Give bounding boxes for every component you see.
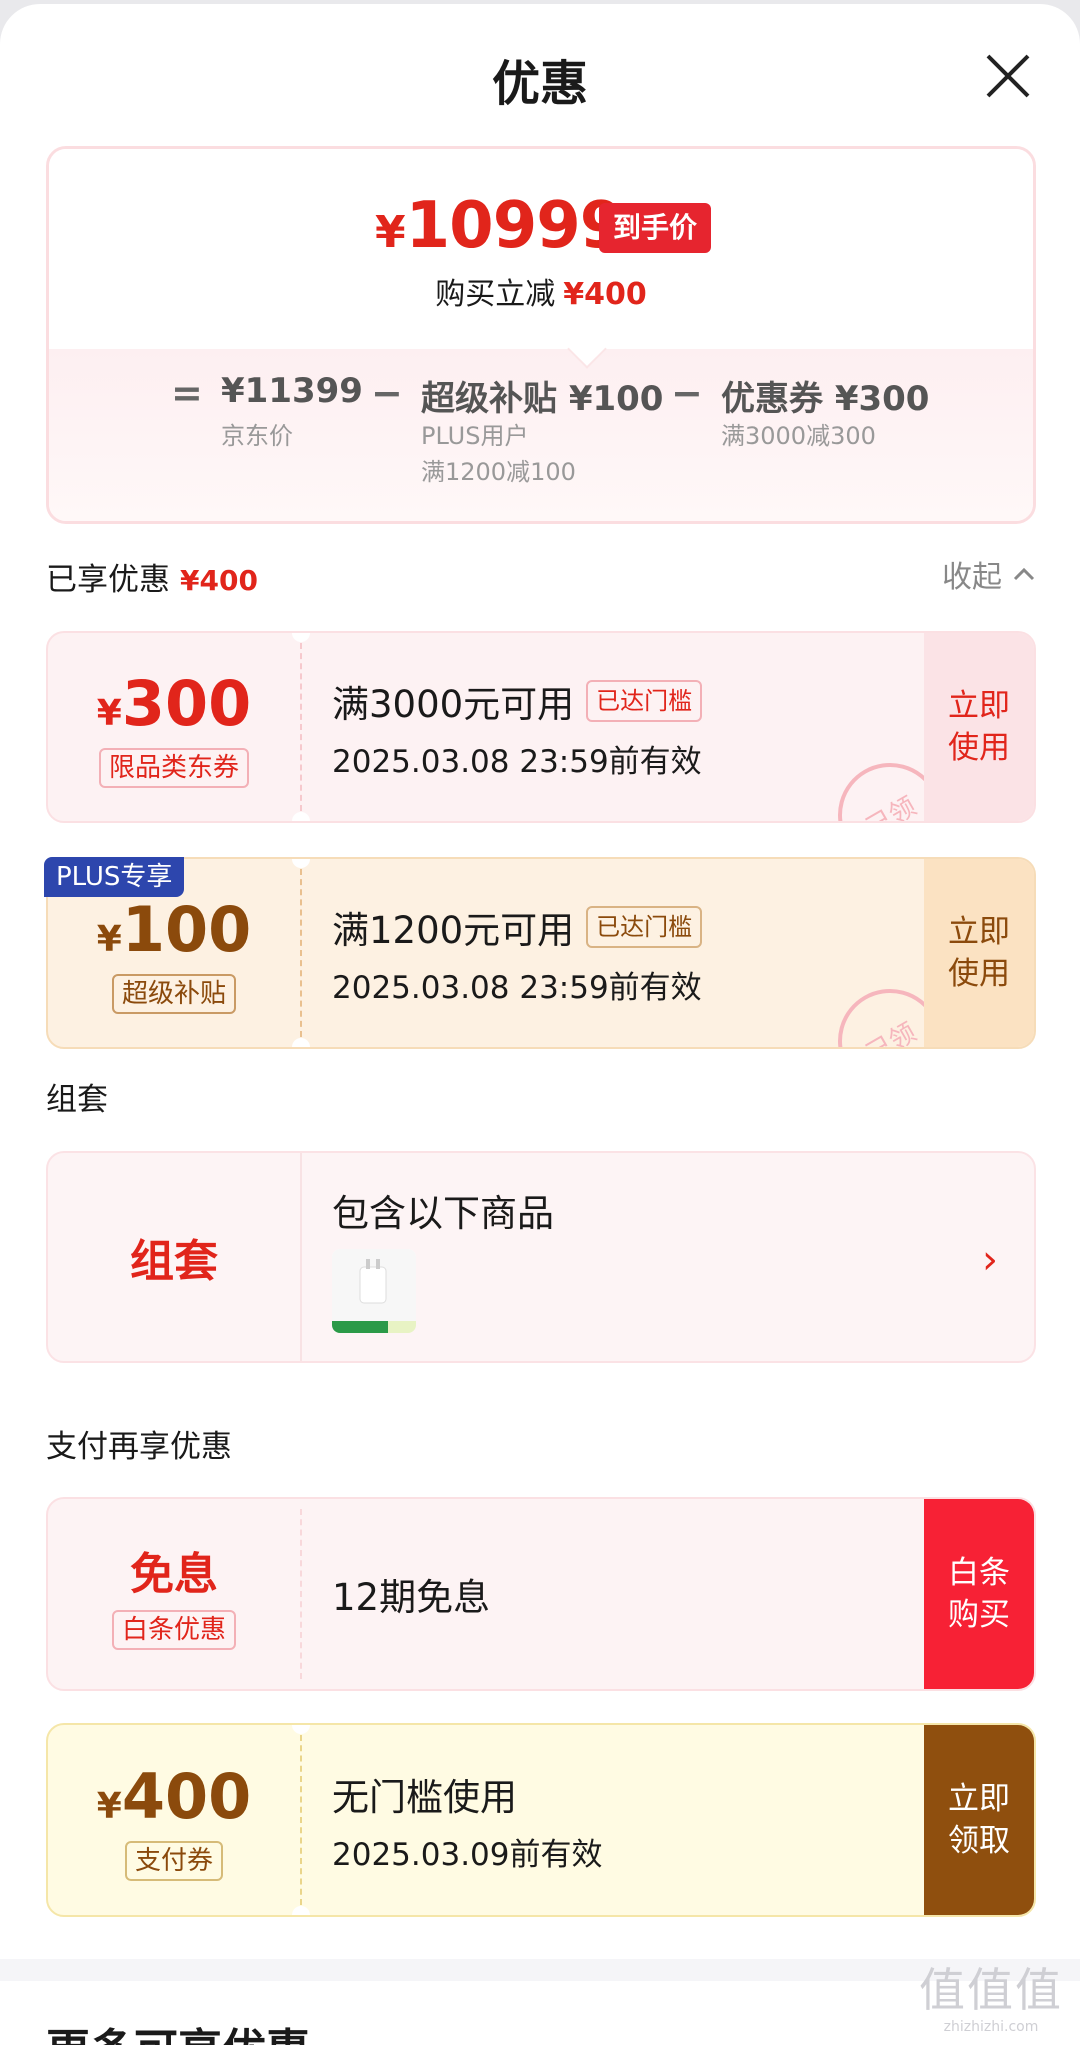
baitiao-divider: [300, 1509, 302, 1679]
pay-coupon-info: 无门槛使用 2025.03.09前有效: [332, 1725, 603, 1915]
coupon-expiry: 2025.03.08 23:59前有效: [332, 743, 702, 780]
use-now-button[interactable]: 立即 使用: [924, 859, 1034, 1047]
baitiao-buy-line2: 购买: [948, 1597, 1010, 1633]
claim-now-button[interactable]: 立即 领取: [924, 1725, 1034, 1915]
coupon-currency: ¥: [96, 918, 122, 960]
pay-coupon-condition: 无门槛使用: [332, 1775, 517, 1819]
coupon-condition: 满3000元可用: [332, 682, 575, 726]
subsidy-line2: 满1200减100: [421, 458, 576, 486]
final-price: ¥ 10999: [375, 189, 625, 269]
coupon-left: ¥ 300 限品类东券: [48, 633, 300, 821]
coupon-info: 满1200元可用 已达门槛 2025.03.08 23:59前有效: [332, 859, 703, 1047]
chevron-right-icon[interactable]: ›: [982, 1237, 998, 1283]
bundle-label: 组套: [130, 1236, 218, 1287]
bundle-card[interactable]: 组套 包含以下商品 ›: [46, 1151, 1036, 1363]
coupon-amount: ¥ 100: [97, 893, 251, 966]
coupon-amount: ¥ 300: [97, 667, 251, 740]
baitiao-buy-button[interactable]: 白条 购买: [924, 1499, 1034, 1689]
equals-sign: =: [171, 371, 203, 415]
pay-section-title: 支付再享优惠: [46, 1429, 232, 1465]
claim-now-line1: 立即: [948, 1781, 1010, 1817]
enjoyed-label: 已享优惠: [46, 562, 170, 598]
price-summary-card: ¥ 10999 到手价 购买立减 ¥400 = ¥11399 京东价 − 超级补贴…: [46, 146, 1036, 524]
pay-coupon-left: ¥ 400 支付券: [48, 1725, 300, 1915]
bundle-divider: [300, 1153, 302, 1361]
baitiao-info: 12期免息: [332, 1499, 490, 1689]
threshold-reached-badge: 已达门槛: [586, 679, 703, 722]
more-discounts-title: 更多可享优惠: [46, 2014, 310, 2045]
sheet-title: 优惠: [491, 56, 588, 112]
coupon-hole-bottom: [292, 1038, 310, 1047]
baitiao-card[interactable]: 免息 白条优惠 12期免息 白条购买: [46, 1497, 1036, 1691]
reduce-label: 购买立减: [435, 277, 556, 312]
coupon-hole-bottom: [292, 812, 310, 821]
chevron-up-icon: [1013, 567, 1035, 581]
coupon-value: 100: [121, 892, 252, 966]
coupon-expiry: 2025.03.08 23:59前有效: [332, 969, 702, 1006]
enjoyed-header: 已享优惠 ¥400: [46, 554, 258, 599]
baitiao-main: 免息: [130, 1549, 218, 1600]
use-now-line1: 立即: [948, 688, 1010, 724]
coupon-type-tag: 超级补贴: [111, 973, 236, 1014]
coupon-hole-bottom: [292, 1906, 310, 1915]
enjoyed-amount: ¥400: [180, 564, 258, 597]
final-price-badge: 到手价: [599, 203, 712, 253]
reduce-amount: ¥400: [563, 277, 647, 312]
final-price-currency: ¥: [375, 207, 406, 258]
coupon-card-plus[interactable]: ¥ 100 超级补贴 满1200元可用 已达门槛 2025.03.08 23:5…: [46, 857, 1036, 1049]
coupon-condition-row: 满1200元可用 已达门槛: [332, 900, 703, 954]
coupon-type-tag: 限品类东券: [98, 747, 249, 788]
coupon-condition-row: 满3000元可用 已达门槛: [332, 674, 703, 728]
pay-coupon-value: 400: [121, 1759, 252, 1833]
coupon-divider: [300, 643, 302, 811]
subsidy-title: 超级补贴 ¥100: [421, 379, 664, 419]
coupon-title: 优惠券 ¥300: [721, 379, 930, 419]
base-price-label: 京东价: [221, 422, 293, 450]
site-watermark: 值值值 zhizhizhi.com: [916, 1962, 1066, 2042]
promotion-sheet: 优惠 ¥ 10999 到手价 购买立减 ¥400 = ¥11399 京东价 − 超…: [0, 4, 1080, 2045]
pay-coupon-divider: [300, 1735, 302, 1905]
charger-image: [332, 1249, 416, 1333]
baitiao-buy-line1: 白条: [948, 1555, 1010, 1591]
coupon-divider: [300, 869, 302, 1037]
pay-coupon-currency: ¥: [96, 1785, 122, 1827]
bundle-section-title: 组套: [46, 1082, 108, 1118]
bundle-product-thumbnail[interactable]: [332, 1249, 416, 1333]
use-now-button[interactable]: 立即 使用: [924, 633, 1034, 821]
watermark-url: zhizhizhi.com: [943, 2019, 1039, 2035]
baitiao-left: 免息 白条优惠: [48, 1499, 300, 1689]
coupon-card-jd[interactable]: ¥ 300 限品类东券 满3000元可用 已达门槛 2025.03.08 23:…: [46, 631, 1036, 823]
bundle-title: 包含以下商品: [332, 1192, 554, 1235]
base-price: ¥11399: [221, 371, 363, 411]
pay-coupon-expiry: 2025.03.09前有效: [332, 1836, 603, 1873]
use-now-line1: 立即: [948, 914, 1010, 950]
claim-now-line2: 领取: [948, 1823, 1010, 1859]
pay-coupon-card[interactable]: ¥ 400 支付券 无门槛使用 2025.03.09前有效 立即领取: [46, 1723, 1036, 1917]
collapse-toggle[interactable]: 收起: [942, 552, 1036, 596]
close-icon[interactable]: [980, 48, 1036, 104]
plus-exclusive-badge: PLUS专享: [44, 857, 185, 897]
use-now-line2: 使用: [948, 956, 1010, 992]
pay-coupon-tag: 支付券: [124, 1840, 223, 1881]
coupon-value: 300: [121, 666, 252, 740]
reduce-line: 购买立减 ¥400: [49, 269, 1033, 313]
coupon-line1: 满3000减300: [721, 422, 876, 450]
watermark-logo: 值值值: [919, 1963, 1063, 2017]
coupon-info: 满3000元可用 已达门槛 2025.03.08 23:59前有效: [332, 633, 703, 821]
coupon-currency: ¥: [96, 692, 122, 734]
minus-sign-1: −: [371, 371, 403, 415]
threshold-reached-badge: 已达门槛: [586, 905, 703, 948]
coupon-condition: 满1200元可用: [332, 908, 575, 952]
use-now-line2: 使用: [948, 730, 1010, 766]
collapse-label: 收起: [942, 560, 1002, 595]
baitiao-desc: 12期免息: [332, 1576, 491, 1619]
baitiao-tag: 白条优惠: [111, 1610, 236, 1650]
final-price-value: 10999: [405, 189, 625, 263]
subsidy-line1: PLUS用户: [421, 422, 529, 450]
pay-coupon-amount: ¥ 400: [97, 1760, 251, 1833]
minus-sign-2: −: [671, 371, 703, 415]
